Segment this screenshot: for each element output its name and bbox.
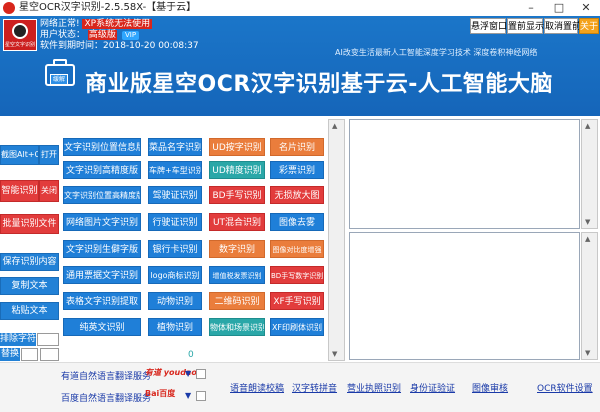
dehaze-button[interactable]: 图像去雾 <box>270 213 324 231</box>
number-button[interactable]: 数字识别 <box>209 240 265 258</box>
baidu-label: 百度自然语言翻译服务 <box>61 394 152 404</box>
logo-text: 星空文字识别 <box>5 42 35 48</box>
pinyin-link[interactable]: 汉字转拼音 <box>292 381 337 394</box>
replace-to-input[interactable] <box>40 348 59 361</box>
baidu-logo: Bai百度 <box>145 388 185 400</box>
result-scroll-down-icon[interactable]: ▼ <box>585 218 590 226</box>
business-license-link[interactable]: 营业执照识别 <box>347 381 401 394</box>
minimize-button[interactable]: – <box>517 0 545 16</box>
result-scroll-up-icon[interactable]: ▲ <box>585 122 590 130</box>
user-status-value: 高级版 <box>87 30 117 40</box>
business-card-button[interactable]: 名片识别 <box>270 138 324 156</box>
high-precision-button[interactable]: 文字识别高精度版 <box>63 161 141 179</box>
xf-handwriting-button[interactable]: XF手写识别 <box>270 292 324 310</box>
header-banner: 星空文字识别 网络正常! XP系统无法使用 用户状态： 高级版 VIP 软件到期… <box>0 16 600 116</box>
paste-text-button[interactable]: 粘贴文本 <box>0 302 59 320</box>
smart-recognize-button[interactable]: 智能识别 <box>0 180 39 202</box>
image-audit-link[interactable]: 图像审核 <box>472 381 508 394</box>
vehicle-license-button[interactable]: 行驶证识别 <box>148 213 202 231</box>
animal-button[interactable]: 动物识别 <box>148 292 202 310</box>
expiry-label: 软件到期时间 <box>40 41 95 51</box>
dish-button[interactable]: 菜品名字识别 <box>148 138 202 156</box>
save-content-button[interactable]: 保存识别内容 <box>0 253 59 271</box>
user-status: 用户状态： 高级版 <box>40 30 117 40</box>
id-verify-link[interactable]: 身份证验证 <box>410 381 455 394</box>
result-scrollbar[interactable]: ▲ ▼ <box>581 119 598 229</box>
baidu-checkbox[interactable] <box>196 391 206 401</box>
case-badge: 缓解 <box>50 74 69 85</box>
replace-label: 替换 <box>0 348 20 361</box>
receipt-button[interactable]: 通用票据文字识别 <box>63 266 141 284</box>
replace-from-input[interactable] <box>21 348 38 361</box>
bank-card-button[interactable]: 银行卡识别 <box>148 240 202 258</box>
qrcode-button[interactable]: 二维码识别 <box>209 292 265 310</box>
network-status-text: 网络正常! <box>40 19 80 29</box>
open-button[interactable]: 打开 <box>39 145 59 165</box>
float-window-button[interactable]: 悬浮窗口 <box>470 18 507 34</box>
table-extract-button[interactable]: 表格文字识别提取 <box>63 292 141 310</box>
contrast-button[interactable]: 图像对比度增强 <box>270 240 324 258</box>
tts-proofread-link[interactable]: 语音朗读校稿 <box>230 381 284 394</box>
expiry-row: 软件到期时间：2018-10-20 00:08:37 <box>40 41 199 51</box>
translation-text-area[interactable] <box>349 232 580 360</box>
license-plate-button[interactable]: 车牌+车型识别 <box>148 161 202 179</box>
xp-status-text: XP系统无法使用 <box>82 19 153 29</box>
scroll-up-icon[interactable]: ▲ <box>332 122 337 130</box>
camera-eye-icon <box>12 23 28 39</box>
driver-license-button[interactable]: 驾驶证识别 <box>148 186 202 204</box>
user-status-label: 用户状态 <box>40 30 77 40</box>
web-image-button[interactable]: 网络图片文字识别 <box>63 213 141 231</box>
expiry-value: 2018-10-20 00:08:37 <box>103 41 199 51</box>
object-scene-button[interactable]: 物体和场景识别 <box>209 318 265 336</box>
vat-invoice-button[interactable]: 增值税发票识别 <box>209 266 265 284</box>
lottery-button[interactable]: 彩票识别 <box>270 161 324 179</box>
close-recognize-button[interactable]: 关闭 <box>39 180 59 202</box>
result-counter: 0 <box>188 350 194 360</box>
about-button[interactable]: 关于 <box>579 18 599 34</box>
translation-scroll-down-icon[interactable]: ▼ <box>585 349 590 357</box>
logo: 星空文字识别 <box>3 19 37 51</box>
translation-scroll-up-icon[interactable]: ▲ <box>585 235 590 243</box>
exclude-chars-label: 排除字符 <box>0 333 37 346</box>
plant-button[interactable]: 植物识别 <box>148 318 202 336</box>
copy-text-button[interactable]: 复制文本 <box>0 277 59 295</box>
grid-scrollbar[interactable]: ▲ ▼ <box>328 119 345 361</box>
window-title: 星空OCR汉字识别-2.5.58X-【基于云】 <box>19 2 197 13</box>
youdao-logo: 有道 youdao <box>145 368 197 377</box>
lossless-zoom-button[interactable]: 无损放大图 <box>270 186 324 204</box>
exclude-chars-input[interactable] <box>37 333 59 346</box>
ocr-settings-link[interactable]: OCR软件设置 <box>537 381 593 394</box>
baidu-dropdown-icon[interactable]: ▼ <box>185 391 191 400</box>
batch-recognize-button[interactable]: 批量识别文件 <box>0 214 59 234</box>
app-logo-icon <box>3 2 15 14</box>
location-high-precision-button[interactable]: 文字识别位置高精度版 <box>63 186 141 204</box>
pin-top-button[interactable]: 置前显示 <box>507 18 544 34</box>
ut-mixed-button[interactable]: UT混合识别 <box>209 213 265 231</box>
unpin-top-button[interactable]: 取消置前 <box>544 18 581 34</box>
result-text-area[interactable] <box>349 119 580 229</box>
tagline: AI改变生活最新人工智能深度学习技术 深度卷积神经网络 <box>335 48 538 57</box>
youdao-dropdown-icon[interactable]: ▼ <box>185 369 191 378</box>
logo-button[interactable]: logo商标识别 <box>148 266 202 284</box>
translation-scrollbar[interactable]: ▲ ▼ <box>581 232 598 360</box>
youdao-label: 有道自然语言翻译服务 <box>61 372 152 382</box>
rare-char-button[interactable]: 文字识别生僻字版 <box>63 240 141 258</box>
english-button[interactable]: 纯英文识别 <box>63 318 141 336</box>
main-title: 商业版星空OCR汉字识别基于云-人工智能大脑 <box>85 72 553 97</box>
network-status: 网络正常! XP系统无法使用 <box>40 19 153 29</box>
scroll-down-icon[interactable]: ▼ <box>332 350 337 358</box>
bd-handwriting-button[interactable]: BD手写识别 <box>209 186 265 204</box>
xf-print-button[interactable]: XF印刷体识别 <box>270 318 324 336</box>
title-bar: 星空OCR汉字识别-2.5.58X-【基于云】 – □ ✕ <box>0 0 600 17</box>
baidu-logo-text: Bai百度 <box>145 389 176 398</box>
ud-char-button[interactable]: UD按字识别 <box>209 138 265 156</box>
vip-badge: VIP <box>122 31 140 40</box>
bd-handwritten-number-button[interactable]: BD手写数字识别 <box>270 266 324 284</box>
ud-precision-button[interactable]: UD精度识别 <box>209 161 265 179</box>
close-window-button[interactable]: ✕ <box>572 0 600 16</box>
youdao-checkbox[interactable] <box>196 369 206 379</box>
maximize-button[interactable]: □ <box>545 0 573 16</box>
location-info-button[interactable]: 文字识别位置信息版 <box>63 138 141 156</box>
screenshot-button[interactable]: 截图Alt+Q <box>0 145 39 165</box>
